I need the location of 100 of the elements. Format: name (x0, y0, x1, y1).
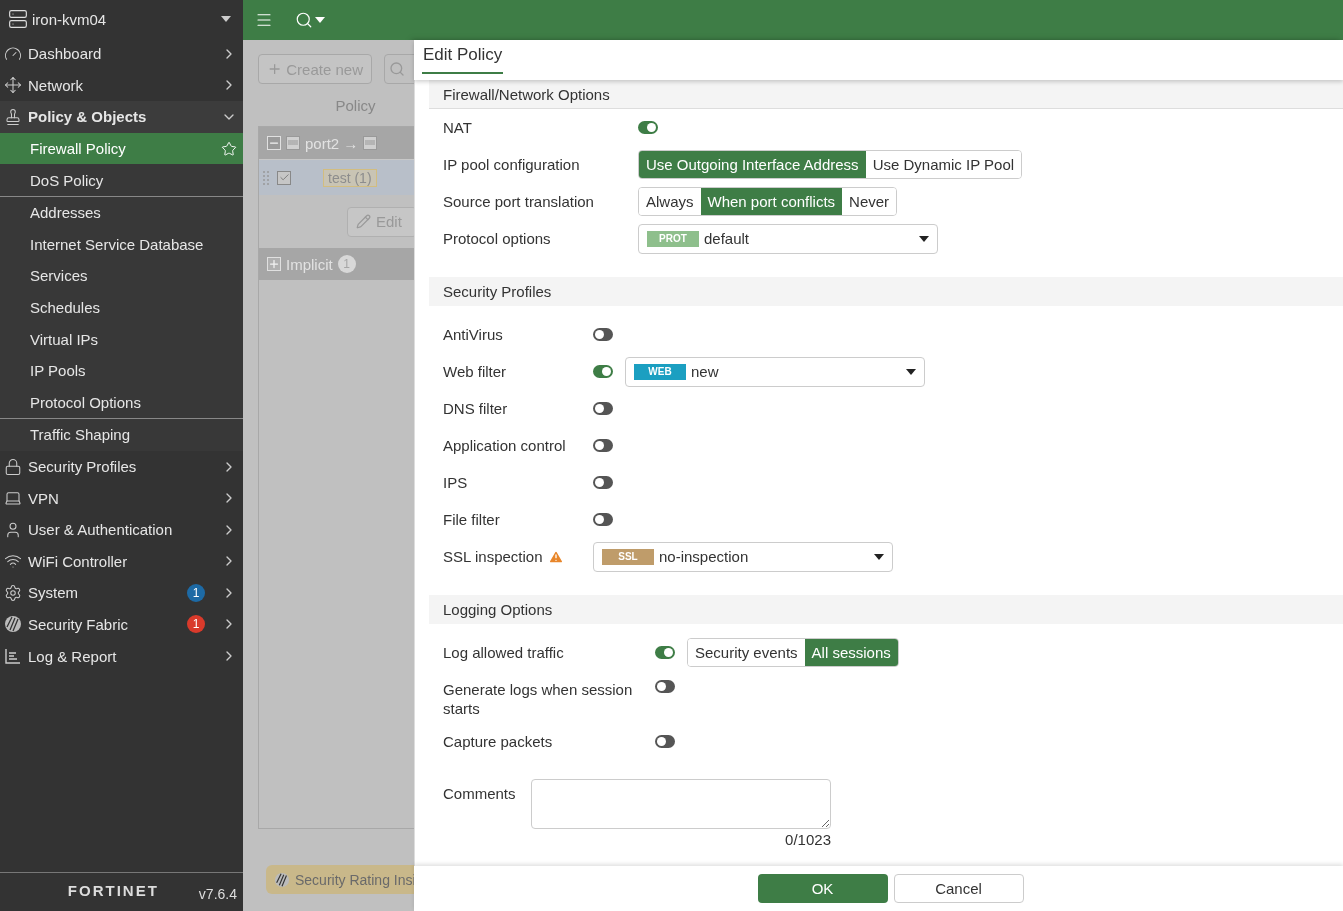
sidebar-item[interactable]: Network (0, 69, 243, 102)
sidebar-subitem[interactable]: Schedules (0, 291, 243, 324)
caret-icon (874, 553, 884, 560)
toggle-switch[interactable] (593, 439, 613, 452)
field-label: Log allowed traffic (443, 643, 564, 662)
sidebar-item[interactable]: Dashboard (0, 38, 243, 70)
field-label: Capture packets (443, 732, 553, 751)
gear-icon (4, 583, 22, 602)
move-arrows-icon (4, 76, 22, 95)
field-label: Application control (443, 436, 566, 455)
port-icon (363, 136, 378, 150)
field-label: File filter (443, 510, 500, 529)
toggle-switch[interactable] (638, 121, 658, 134)
sidebar-subitem[interactable]: Virtual IPs (0, 323, 243, 355)
policy-name: test (1) (323, 168, 377, 187)
sidebar-item[interactable]: User & Authentication (0, 513, 243, 546)
stamp-icon (4, 108, 22, 126)
field-label: Comments (443, 784, 516, 803)
sidebar-item[interactable]: Security Fabric 1 (0, 608, 243, 641)
sidebar-subitem[interactable]: Protocol Options (0, 386, 243, 419)
menu-icon[interactable] (255, 11, 273, 29)
column-header: Policy (335, 96, 376, 114)
dialog-title[interactable]: Edit Policy (422, 45, 504, 74)
toggle-switch[interactable] (655, 680, 675, 693)
sidebar-subitem[interactable]: Traffic Shaping (0, 419, 243, 451)
sidebar-subitem[interactable]: Addresses (0, 196, 243, 229)
striped-circle-icon (274, 871, 290, 888)
dropdown-value: new (691, 363, 720, 380)
count-badge: 1 (187, 583, 205, 602)
device-name[interactable]: iron-kvm04 (32, 10, 217, 28)
toggle-switch[interactable] (593, 402, 613, 415)
sidebar-item[interactable]: WiFi Controller (0, 545, 243, 578)
toggle-switch[interactable] (593, 476, 613, 489)
search-button[interactable] (295, 11, 325, 29)
field-label: DNS filter (443, 399, 508, 418)
dropdown[interactable]: SSL no-inspection (593, 541, 893, 572)
dropdown-value: no-inspection (659, 548, 750, 565)
plus-icon (267, 61, 283, 77)
pencil-icon (356, 214, 371, 229)
dropdown[interactable]: PROT default (638, 223, 938, 254)
laptop-icon (4, 489, 22, 508)
sidebar-subitem[interactable]: Internet Service Database (0, 228, 243, 261)
field-label: Protocol options (443, 229, 551, 248)
section-header: Logging Options (429, 595, 1343, 624)
sidebar-subitem[interactable]: Firewall Policy (0, 132, 243, 165)
lock-icon (4, 457, 22, 476)
caret-icon (919, 235, 929, 242)
sidebar-item[interactable]: Policy & Objects (0, 101, 243, 133)
section-header: Firewall/Network Options (429, 80, 1343, 109)
toggle-switch[interactable] (655, 646, 675, 659)
sidebar-item[interactable]: Security Profiles (0, 450, 243, 483)
gauge-icon (4, 44, 22, 63)
segment-option[interactable]: Use Outgoing Interface Address (639, 151, 866, 178)
caret-icon[interactable] (221, 16, 231, 22)
chart-icon (4, 647, 22, 666)
count-badge: 1 (187, 615, 205, 634)
dropdown[interactable]: WEB new (625, 356, 925, 387)
caret-icon (906, 368, 916, 375)
field-label: IPS (443, 473, 468, 492)
field-label: Web filter (443, 362, 507, 381)
field-label: Generate logs when session starts (443, 680, 633, 718)
sidebar-item[interactable]: System 1 (0, 577, 243, 609)
drag-handle-icon[interactable] (263, 170, 269, 185)
search-icon (389, 61, 405, 77)
comments-field[interactable] (531, 779, 831, 829)
search-icon (295, 11, 313, 29)
caret-icon (315, 17, 325, 23)
cancel-button[interactable]: Cancel (893, 874, 1024, 903)
field-label: NAT (443, 118, 472, 137)
sidebar-subitem[interactable]: DoS Policy (0, 164, 243, 196)
group-label: Implicit (286, 255, 333, 273)
device-icon (8, 9, 28, 29)
sidebar-subitem[interactable]: IP Pools (0, 354, 243, 387)
star-icon[interactable] (221, 140, 237, 157)
sidebar-subitem[interactable]: Services (0, 260, 243, 292)
logo-wordmark: FORTINET (67, 882, 159, 899)
version-label: v7.6.4 (198, 884, 237, 902)
profile-tag: WEB (634, 363, 686, 380)
striped-circle-icon (4, 615, 22, 634)
user-icon (4, 520, 22, 539)
toggle-switch[interactable] (593, 365, 613, 378)
sidebar-item[interactable]: Log & Report (0, 640, 243, 672)
field-label: AntiVirus (443, 325, 503, 344)
section-header: Security Profiles (429, 277, 1343, 306)
field-label: SSL inspection (443, 547, 543, 566)
field-label: Source port translation (443, 192, 594, 211)
ok-button[interactable]: OK (757, 874, 888, 903)
dropdown-value: default (704, 230, 751, 247)
toggle-switch[interactable] (655, 735, 675, 748)
sidebar-item[interactable]: VPN (0, 482, 243, 514)
toggle-switch[interactable] (593, 328, 613, 341)
checkbox[interactable] (277, 170, 291, 185)
field-label: IP pool configuration (443, 155, 580, 174)
character-counter: 0/1023 (785, 830, 831, 848)
toggle-switch[interactable] (593, 513, 613, 526)
profile-tag: PROT (647, 230, 699, 247)
port-icon (286, 136, 300, 150)
profile-tag: SSL (602, 548, 654, 565)
segment-option[interactable]: When port conflicts (700, 188, 843, 215)
segment-option[interactable]: All sessions (804, 639, 898, 666)
